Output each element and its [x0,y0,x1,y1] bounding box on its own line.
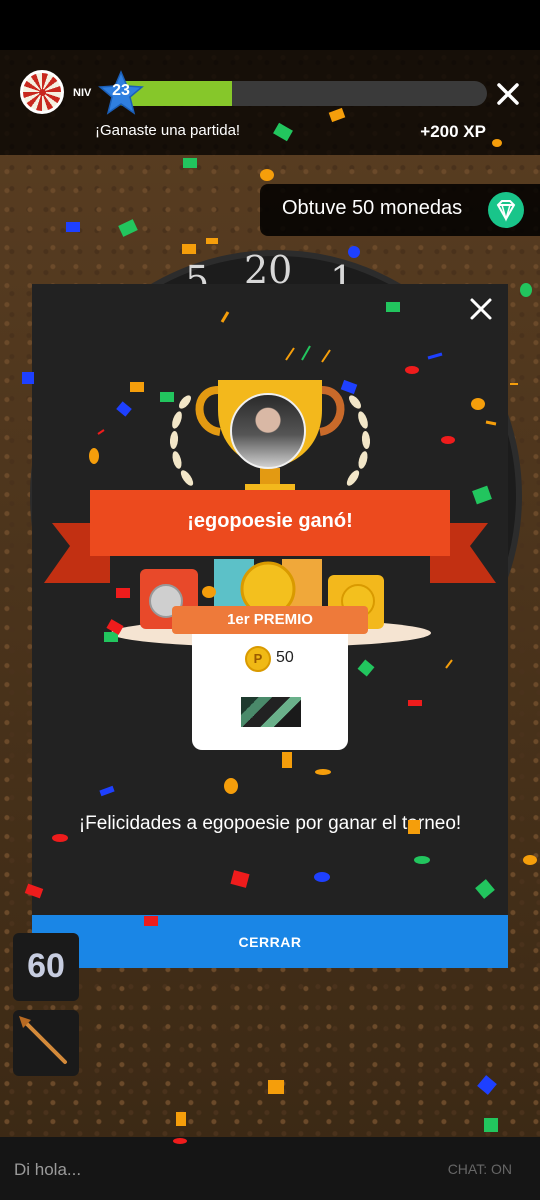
coin-icon [245,646,271,672]
game-won-message: ¡Ganaste una partida! [95,122,241,139]
coins-toast-text: Obtuve 50 monedas [282,197,463,219]
gem-icon [488,192,524,228]
close-icon[interactable] [494,80,522,108]
dart-icon [19,1016,67,1064]
status-bar [0,0,540,50]
winner-avatar [230,393,306,469]
close-modal-icon[interactable] [469,297,493,321]
chat-toggle[interactable]: CHAT: ON [448,1161,512,1177]
close-button[interactable]: CERRAR [32,915,508,968]
coins-toast: Obtuve 50 monedas [260,184,540,236]
coin-amount: 50 [276,649,294,666]
level-prefix: NIV [73,87,92,99]
chat-input[interactable]: Di hola... [14,1160,81,1180]
score-value: 60 [27,947,65,985]
xp-progress-bar [112,81,487,106]
video-reward-thumbnail [241,697,301,727]
score-tile: 60 [13,933,79,1001]
winner-banner-text: ¡egopoesie ganó! [187,510,353,532]
prize-label: 1er PREMIO [227,611,313,628]
dartboard-logo-icon [20,70,64,114]
xp-gain: +200 XP [420,122,486,141]
congrats-message: ¡Felicidades a egopoesie por ganar el to… [78,813,462,834]
prize-card [192,625,348,750]
dart-selector[interactable] [13,1010,79,1076]
level-number: 23 [112,82,130,99]
